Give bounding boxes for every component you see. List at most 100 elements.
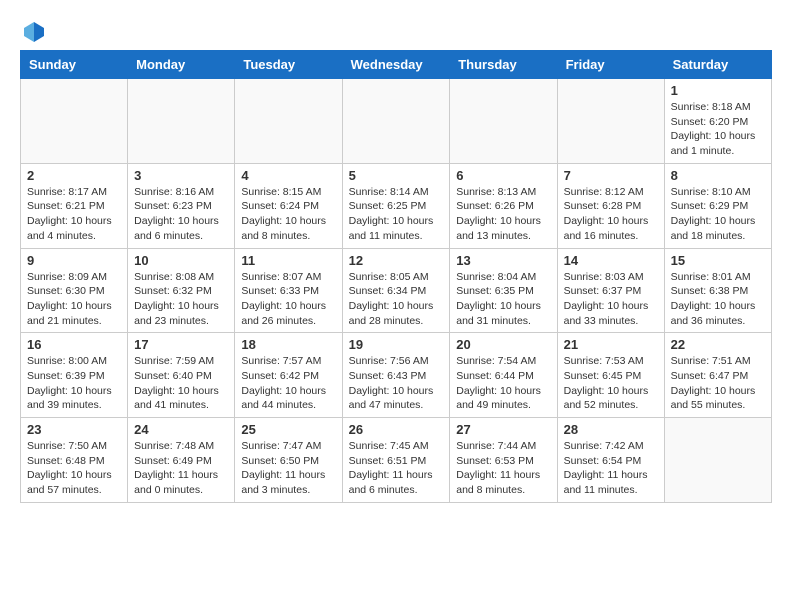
- day-number: 10: [134, 253, 228, 268]
- calendar-cell: 21 Sunrise: 7:53 AM Sunset: 6:45 PM Dayli…: [557, 333, 664, 418]
- day-info: Sunrise: 8:10 AM Sunset: 6:29 PM Dayligh…: [671, 185, 765, 244]
- day-info: Sunrise: 8:09 AM Sunset: 6:30 PM Dayligh…: [27, 270, 121, 329]
- calendar-cell: [664, 418, 771, 503]
- calendar-weekday-thursday: Thursday: [450, 51, 557, 79]
- day-info: Sunrise: 8:17 AM Sunset: 6:21 PM Dayligh…: [27, 185, 121, 244]
- day-info: Sunrise: 8:14 AM Sunset: 6:25 PM Dayligh…: [349, 185, 444, 244]
- calendar-cell: 16 Sunrise: 8:00 AM Sunset: 6:39 PM Dayli…: [21, 333, 128, 418]
- calendar-cell: 22 Sunrise: 7:51 AM Sunset: 6:47 PM Dayli…: [664, 333, 771, 418]
- calendar-weekday-sunday: Sunday: [21, 51, 128, 79]
- day-info: Sunrise: 7:42 AM Sunset: 6:54 PM Dayligh…: [564, 439, 658, 498]
- calendar-weekday-saturday: Saturday: [664, 51, 771, 79]
- calendar-cell: 8 Sunrise: 8:10 AM Sunset: 6:29 PM Daylig…: [664, 163, 771, 248]
- day-info: Sunrise: 7:45 AM Sunset: 6:51 PM Dayligh…: [349, 439, 444, 498]
- calendar-cell: [557, 79, 664, 164]
- page-container: SundayMondayTuesdayWednesdayThursdayFrid…: [20, 20, 772, 503]
- calendar-header-row: SundayMondayTuesdayWednesdayThursdayFrid…: [21, 51, 772, 79]
- calendar-week-row-2: 2 Sunrise: 8:17 AM Sunset: 6:21 PM Daylig…: [21, 163, 772, 248]
- day-number: 26: [349, 422, 444, 437]
- day-number: 22: [671, 337, 765, 352]
- day-number: 6: [456, 168, 550, 183]
- day-info: Sunrise: 7:59 AM Sunset: 6:40 PM Dayligh…: [134, 354, 228, 413]
- calendar-cell: 17Sunrise: 7:59 AM Sunset: 6:40 PM Dayli…: [128, 333, 235, 418]
- calendar-week-row-5: 23 Sunrise: 7:50 AM Sunset: 6:48 PM Dayli…: [21, 418, 772, 503]
- day-info: Sunrise: 8:03 AM Sunset: 6:37 PM Dayligh…: [564, 270, 658, 329]
- calendar-cell: [128, 79, 235, 164]
- calendar-cell: 5 Sunrise: 8:14 AM Sunset: 6:25 PM Daylig…: [342, 163, 450, 248]
- day-info: Sunrise: 7:51 AM Sunset: 6:47 PM Dayligh…: [671, 354, 765, 413]
- day-number: 14: [564, 253, 658, 268]
- calendar-cell: 19 Sunrise: 7:56 AM Sunset: 6:43 PM Dayli…: [342, 333, 450, 418]
- calendar-cell: 20 Sunrise: 7:54 AM Sunset: 6:44 PM Dayli…: [450, 333, 557, 418]
- logo-icon: [22, 20, 46, 44]
- calendar-cell: 28 Sunrise: 7:42 AM Sunset: 6:54 PM Dayli…: [557, 418, 664, 503]
- day-info: Sunrise: 8:15 AM Sunset: 6:24 PM Dayligh…: [241, 185, 335, 244]
- calendar-cell: 15Sunrise: 8:01 AM Sunset: 6:38 PM Dayli…: [664, 248, 771, 333]
- calendar-cell: 25Sunrise: 7:47 AM Sunset: 6:50 PM Dayli…: [235, 418, 342, 503]
- day-number: 5: [349, 168, 444, 183]
- day-number: 1: [671, 83, 765, 98]
- calendar-cell: 6 Sunrise: 8:13 AM Sunset: 6:26 PM Daylig…: [450, 163, 557, 248]
- logo: [20, 20, 46, 40]
- day-info: Sunrise: 8:12 AM Sunset: 6:28 PM Dayligh…: [564, 185, 658, 244]
- calendar-cell: 2 Sunrise: 8:17 AM Sunset: 6:21 PM Daylig…: [21, 163, 128, 248]
- day-number: 27: [456, 422, 550, 437]
- day-number: 9: [27, 253, 121, 268]
- calendar-cell: [235, 79, 342, 164]
- calendar-cell: [450, 79, 557, 164]
- calendar-weekday-wednesday: Wednesday: [342, 51, 450, 79]
- day-info: Sunrise: 8:04 AM Sunset: 6:35 PM Dayligh…: [456, 270, 550, 329]
- calendar-cell: [342, 79, 450, 164]
- calendar-week-row-1: 1 Sunrise: 8:18 AM Sunset: 6:20 PM Daylig…: [21, 79, 772, 164]
- calendar-cell: 4Sunrise: 8:15 AM Sunset: 6:24 PM Daylig…: [235, 163, 342, 248]
- day-info: Sunrise: 8:05 AM Sunset: 6:34 PM Dayligh…: [349, 270, 444, 329]
- calendar-cell: 9 Sunrise: 8:09 AM Sunset: 6:30 PM Daylig…: [21, 248, 128, 333]
- day-info: Sunrise: 7:47 AM Sunset: 6:50 PM Dayligh…: [241, 439, 335, 498]
- calendar-cell: 24 Sunrise: 7:48 AM Sunset: 6:49 PM Dayli…: [128, 418, 235, 503]
- day-number: 13: [456, 253, 550, 268]
- day-number: 23: [27, 422, 121, 437]
- day-number: 20: [456, 337, 550, 352]
- day-info: Sunrise: 7:48 AM Sunset: 6:49 PM Dayligh…: [134, 439, 228, 498]
- day-number: 2: [27, 168, 121, 183]
- day-number: 11: [241, 253, 335, 268]
- calendar-weekday-tuesday: Tuesday: [235, 51, 342, 79]
- day-number: 7: [564, 168, 658, 183]
- day-info: Sunrise: 7:44 AM Sunset: 6:53 PM Dayligh…: [456, 439, 550, 498]
- day-info: Sunrise: 8:18 AM Sunset: 6:20 PM Dayligh…: [671, 100, 765, 159]
- day-info: Sunrise: 7:54 AM Sunset: 6:44 PM Dayligh…: [456, 354, 550, 413]
- calendar-cell: 12 Sunrise: 8:05 AM Sunset: 6:34 PM Dayli…: [342, 248, 450, 333]
- page-header: [20, 20, 772, 40]
- calendar-cell: [21, 79, 128, 164]
- calendar-week-row-3: 9 Sunrise: 8:09 AM Sunset: 6:30 PM Daylig…: [21, 248, 772, 333]
- day-info: Sunrise: 8:00 AM Sunset: 6:39 PM Dayligh…: [27, 354, 121, 413]
- calendar-cell: 10 Sunrise: 8:08 AM Sunset: 6:32 PM Dayli…: [128, 248, 235, 333]
- calendar-cell: 23 Sunrise: 7:50 AM Sunset: 6:48 PM Dayli…: [21, 418, 128, 503]
- day-info: Sunrise: 7:56 AM Sunset: 6:43 PM Dayligh…: [349, 354, 444, 413]
- day-number: 3: [134, 168, 228, 183]
- day-number: 28: [564, 422, 658, 437]
- calendar-cell: 26 Sunrise: 7:45 AM Sunset: 6:51 PM Dayli…: [342, 418, 450, 503]
- day-info: Sunrise: 7:57 AM Sunset: 6:42 PM Dayligh…: [241, 354, 335, 413]
- day-number: 12: [349, 253, 444, 268]
- day-number: 8: [671, 168, 765, 183]
- calendar-weekday-monday: Monday: [128, 51, 235, 79]
- day-info: Sunrise: 7:50 AM Sunset: 6:48 PM Dayligh…: [27, 439, 121, 498]
- day-number: 18: [241, 337, 335, 352]
- day-number: 21: [564, 337, 658, 352]
- calendar-cell: 3Sunrise: 8:16 AM Sunset: 6:23 PM Daylig…: [128, 163, 235, 248]
- day-number: 24: [134, 422, 228, 437]
- day-number: 16: [27, 337, 121, 352]
- calendar-weekday-friday: Friday: [557, 51, 664, 79]
- day-number: 19: [349, 337, 444, 352]
- day-info: Sunrise: 7:53 AM Sunset: 6:45 PM Dayligh…: [564, 354, 658, 413]
- day-info: Sunrise: 8:13 AM Sunset: 6:26 PM Dayligh…: [456, 185, 550, 244]
- calendar-cell: 11Sunrise: 8:07 AM Sunset: 6:33 PM Dayli…: [235, 248, 342, 333]
- calendar-week-row-4: 16 Sunrise: 8:00 AM Sunset: 6:39 PM Dayli…: [21, 333, 772, 418]
- calendar-cell: 13 Sunrise: 8:04 AM Sunset: 6:35 PM Dayli…: [450, 248, 557, 333]
- calendar-cell: 27 Sunrise: 7:44 AM Sunset: 6:53 PM Dayli…: [450, 418, 557, 503]
- day-info: Sunrise: 8:01 AM Sunset: 6:38 PM Dayligh…: [671, 270, 765, 329]
- day-info: Sunrise: 8:08 AM Sunset: 6:32 PM Dayligh…: [134, 270, 228, 329]
- calendar-cell: 7 Sunrise: 8:12 AM Sunset: 6:28 PM Daylig…: [557, 163, 664, 248]
- calendar-cell: 1 Sunrise: 8:18 AM Sunset: 6:20 PM Daylig…: [664, 79, 771, 164]
